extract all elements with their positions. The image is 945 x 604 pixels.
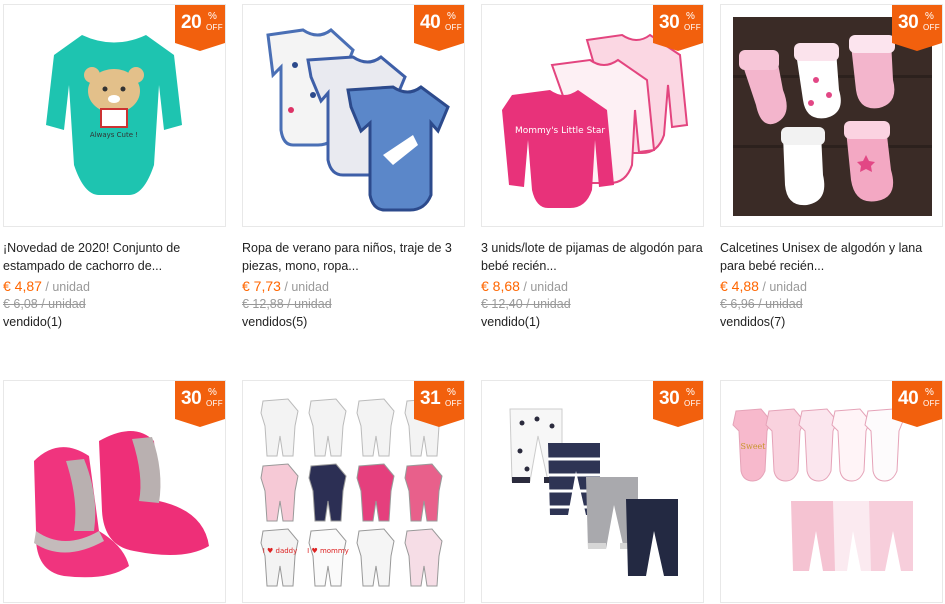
product-image[interactable]: 30 % OFF bbox=[720, 4, 943, 227]
discount-badge: 40 % OFF bbox=[892, 381, 942, 427]
discount-value: 30 bbox=[898, 12, 919, 33]
discount-badge: 31 % OFF bbox=[414, 381, 464, 427]
price-value: € 4,88 bbox=[720, 278, 759, 294]
discount-badge: 30 % OFF bbox=[653, 5, 703, 51]
off-label: OFF bbox=[923, 399, 940, 408]
discount-value: 20 bbox=[181, 12, 202, 33]
off-label: OFF bbox=[923, 23, 940, 32]
off-label: OFF bbox=[445, 399, 462, 408]
product-image[interactable]: Sweet 40 % OFF bbox=[720, 380, 943, 603]
percent-sign: % bbox=[925, 11, 934, 22]
product-image[interactable]: 30 % OFF bbox=[481, 380, 704, 603]
product-card[interactable]: 40 % OFF Ropa de verano para niños, traj… bbox=[242, 4, 467, 329]
product-card[interactable]: 30 % OFF bbox=[3, 380, 228, 603]
discount-value: 40 bbox=[420, 12, 441, 33]
sold-count: vendido(1) bbox=[3, 315, 63, 329]
product-image[interactable]: 30 % OFF bbox=[3, 380, 226, 603]
discount-value: 30 bbox=[659, 388, 680, 409]
product-card[interactable]: Mommy's Little Star 30 % OFF 3 unids/lot… bbox=[481, 4, 706, 329]
product-grid: Always Cute ! 20 % OFF ¡Novedad de 2020!… bbox=[0, 0, 945, 604]
percent-sign: % bbox=[447, 387, 456, 398]
svg-text:Mommy's Little Star: Mommy's Little Star bbox=[515, 126, 605, 136]
percent-sign: % bbox=[447, 11, 456, 22]
product-card[interactable]: Always Cute ! 20 % OFF ¡Novedad de 2020!… bbox=[3, 4, 228, 329]
product-image[interactable]: Mommy's Little Star 30 % OFF bbox=[481, 4, 704, 227]
product-title[interactable]: Calcetines Unisex de algodón y lana para… bbox=[720, 239, 945, 275]
product-card[interactable]: 30 % OFF bbox=[481, 380, 706, 603]
price-unit: / unidad bbox=[519, 280, 568, 294]
original-price: € 6,08 / unidad bbox=[3, 297, 86, 311]
discount-value: 30 bbox=[659, 12, 680, 33]
discount-badge: 30 % OFF bbox=[175, 381, 225, 427]
discount-badge: 30 % OFF bbox=[653, 381, 703, 427]
svg-text:I ♥ daddy: I ♥ daddy bbox=[263, 547, 298, 555]
product-title[interactable]: ¡Novedad de 2020! Conjunto de estampado … bbox=[3, 239, 228, 275]
price-value: € 7,73 bbox=[242, 278, 281, 294]
discount-badge: 20 % OFF bbox=[175, 5, 225, 51]
svg-text:Always Cute !: Always Cute ! bbox=[90, 131, 138, 139]
discount-value: 30 bbox=[181, 388, 202, 409]
percent-sign: % bbox=[208, 387, 217, 398]
price-value: € 4,87 bbox=[3, 278, 42, 294]
svg-text:I ♥ mommy: I ♥ mommy bbox=[307, 547, 349, 555]
product-card[interactable]: I ♥ daddy I ♥ mommy 31 % OFF bbox=[242, 380, 467, 603]
original-price: € 6,96 / unidad bbox=[720, 297, 803, 311]
product-title[interactable]: 3 unids/lote de pijamas de algodón para … bbox=[481, 239, 706, 275]
product-image[interactable]: Always Cute ! 20 % OFF bbox=[3, 4, 226, 227]
price-value: € 8,68 bbox=[481, 278, 520, 294]
percent-sign: % bbox=[925, 387, 934, 398]
svg-text:Sweet: Sweet bbox=[740, 442, 766, 451]
product-card[interactable]: 30 % OFF Calcetines Unisex de algodón y … bbox=[720, 4, 945, 329]
price-unit: / unidad bbox=[280, 280, 329, 294]
product-price: € 4,87 / unidad bbox=[3, 278, 228, 297]
price-unit: / unidad bbox=[41, 280, 90, 294]
discount-value: 40 bbox=[898, 388, 919, 409]
percent-sign: % bbox=[686, 387, 695, 398]
off-label: OFF bbox=[206, 23, 223, 32]
original-price: € 12,40 / unidad bbox=[481, 297, 571, 311]
price-unit: / unidad bbox=[758, 280, 807, 294]
original-price: € 12,88 / unidad bbox=[242, 297, 332, 311]
off-label: OFF bbox=[445, 23, 462, 32]
product-price: € 7,73 / unidad bbox=[242, 278, 467, 297]
off-label: OFF bbox=[684, 23, 701, 32]
product-price: € 4,88 / unidad bbox=[720, 278, 945, 297]
discount-value: 31 bbox=[420, 388, 441, 409]
sold-count: vendido(1) bbox=[481, 315, 541, 329]
product-title[interactable]: Ropa de verano para niños, traje de 3 pi… bbox=[242, 239, 467, 275]
product-card[interactable]: Sweet 40 % OFF bbox=[720, 380, 945, 603]
product-image[interactable]: 40 % OFF bbox=[242, 4, 465, 227]
discount-badge: 30 % OFF bbox=[892, 5, 942, 51]
discount-badge: 40 % OFF bbox=[414, 5, 464, 51]
off-label: OFF bbox=[684, 399, 701, 408]
sold-count: vendidos(5) bbox=[242, 315, 308, 329]
product-price: € 8,68 / unidad bbox=[481, 278, 706, 297]
percent-sign: % bbox=[686, 11, 695, 22]
off-label: OFF bbox=[206, 399, 223, 408]
percent-sign: % bbox=[208, 11, 217, 22]
product-image[interactable]: I ♥ daddy I ♥ mommy 31 % OFF bbox=[242, 380, 465, 603]
sold-count: vendidos(7) bbox=[720, 315, 786, 329]
